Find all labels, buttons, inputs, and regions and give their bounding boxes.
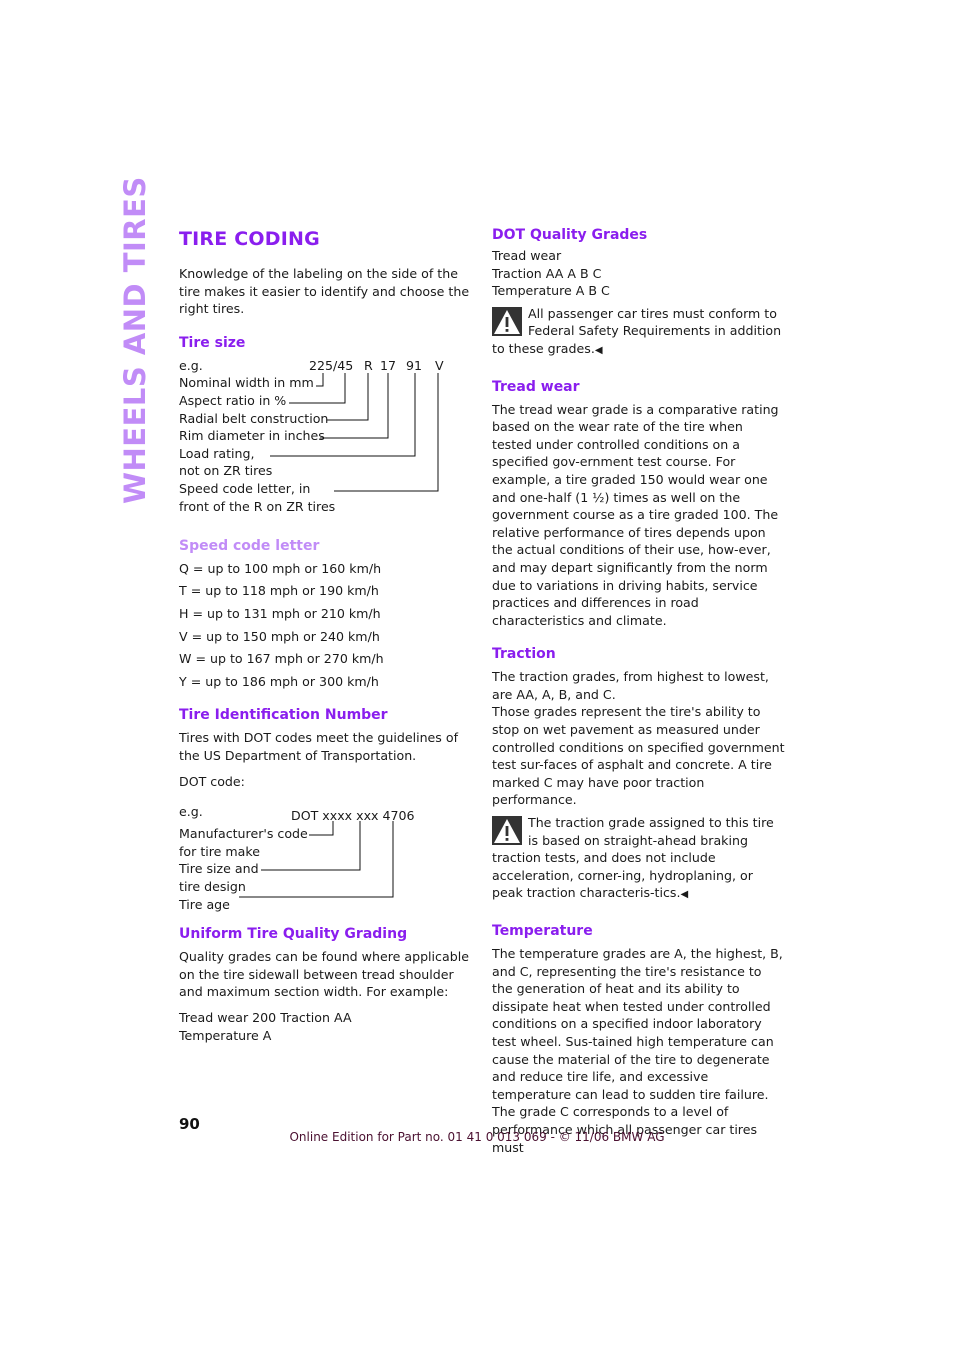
dot-grade-line: Tread wear — [492, 248, 562, 263]
leader-manufacturer — [309, 821, 334, 836]
page-title: TIRE CODING — [179, 228, 320, 250]
dot-code-leader-lines — [239, 821, 394, 898]
leader-aspect-ratio — [289, 372, 346, 404]
dot-grades-heading: DOT Quality Grades — [492, 227, 648, 243]
temperature-heading: Temperature — [492, 923, 593, 939]
footer-edition-note: Online Edition for Part no. 01 41 0 013 … — [289, 1130, 665, 1144]
tread-wear-heading: Tread wear — [492, 378, 580, 395]
leader-tire-age — [239, 821, 394, 898]
leader-radial — [327, 372, 369, 421]
speed-code-item: H = up to 131 mph or 210 km/h — [179, 605, 381, 621]
tread-wear-paragraph: The tread wear grade is a comparative ra… — [492, 401, 779, 628]
dot-grade-line: Traction AA A B C — [492, 265, 602, 281]
traction-paragraph-1: The traction grades, from highest to low… — [492, 669, 769, 702]
tire-size-diagram: e.g. 225/45 R 17 91 V Nominal width in m… — [179, 357, 471, 519]
utqg-paragraph: Quality grades can be found where applic… — [179, 949, 469, 1000]
dot-grade-line: Temperature A B C — [492, 283, 610, 299]
traction-paragraph-2: Those grades represent the tire's abilit… — [492, 704, 785, 808]
leader-speed — [334, 372, 439, 492]
leader-rim — [320, 372, 389, 439]
speed-code-heading: Speed code letter — [179, 537, 320, 554]
tire-size-heading: Tire size — [179, 334, 246, 351]
warning-note: All passenger car tires must conform to … — [492, 305, 786, 360]
end-mark-icon: ◀ — [680, 889, 689, 901]
speed-code-item: W = up to 167 mph or 270 km/h — [179, 651, 384, 667]
warning-icon — [492, 306, 522, 336]
dot-code-label: DOT code: — [179, 773, 245, 789]
leader-nominal-width — [316, 372, 324, 387]
right-column: DOT Quality Grades Tread wear Traction A… — [492, 226, 786, 1156]
warning-note: The traction grade assigned to this tire… — [492, 814, 786, 904]
speed-code-item: T = up to 118 mph or 190 km/h — [179, 583, 379, 599]
speed-code-list: Q = up to 100 mph or 160 km/h T = up to … — [179, 560, 471, 691]
tin-paragraph: Tires with DOT codes meet the guidelines… — [179, 730, 459, 763]
dot-code-diagram: e.g. DOT xxxx xxx 4706 Manufacturer's co… — [179, 803, 471, 911]
utqg-heading: Uniform Tire Quality Grading — [179, 926, 408, 943]
utqg-example-1: Tread wear 200 Traction AA — [179, 1009, 352, 1025]
left-column: TIRE CODING Knowledge of the labeling on… — [179, 226, 471, 1044]
speed-code-item: Q = up to 100 mph or 160 km/h — [179, 560, 382, 576]
warning-text: All passenger car tires must conform to … — [492, 305, 782, 356]
warning-text: The traction grade assigned to this tire… — [492, 815, 774, 901]
temperature-paragraph: The temperature grades are A, the highes… — [492, 946, 783, 1155]
leader-load — [270, 372, 416, 457]
tire-size-leader-lines — [270, 372, 439, 492]
speed-code-item: V = up to 150 mph or 240 km/h — [179, 628, 380, 644]
traction-heading: Traction — [492, 646, 556, 663]
tin-heading: Tire Identification Number — [179, 707, 388, 724]
leader-tire-size — [261, 821, 361, 871]
warning-icon — [492, 816, 522, 846]
section-side-tab: WHEELS AND TIRES — [118, 176, 152, 504]
speed-code-item: Y = up to 186 mph or 300 km/h — [179, 673, 379, 689]
utqg-example-2: Temperature A — [179, 1027, 272, 1043]
intro-paragraph: Knowledge of the labeling on the side of… — [179, 266, 470, 317]
end-mark-icon: ◀ — [594, 344, 603, 356]
